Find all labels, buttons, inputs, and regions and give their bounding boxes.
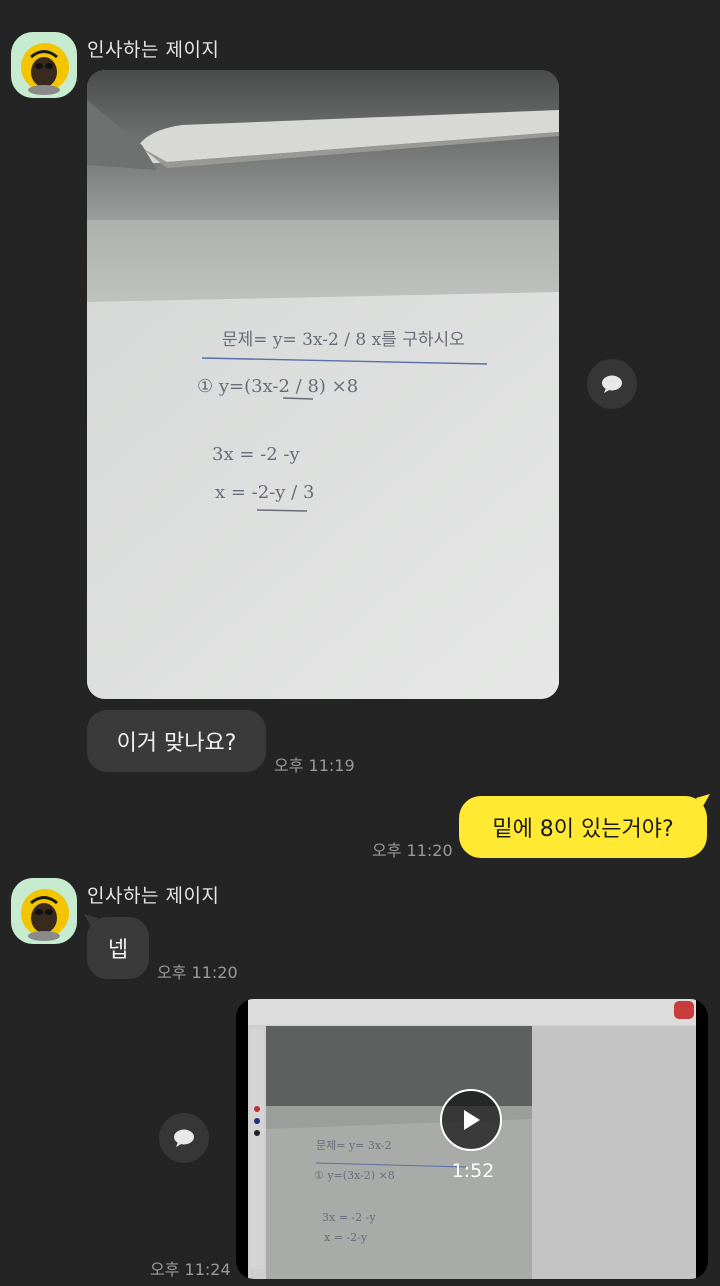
video-attachment[interactable]: 문제= y= 3x-2 ① y=(3x-2) ×8 3x = -2 -y x =… [236,999,708,1279]
sender-name: 인사하는 제이지 [87,39,220,61]
handwriting-line-3: 3x = -2 -y [212,444,300,465]
avatar[interactable] [11,878,77,944]
sender-name: 인사하는 제이지 [87,885,220,907]
message-time: 오후 11:24 [150,1260,231,1279]
speech-bubble-icon [602,375,622,393]
outgoing-message-bubble[interactable]: 밑에 8이 있는거야? [459,796,707,858]
svg-text:문제= y= 3x-2: 문제= y= 3x-2 [316,1139,392,1152]
message-text: 넵 [107,938,129,963]
svg-text:3x = -2 -y: 3x = -2 -y [322,1211,376,1224]
handwriting-line-1: 문제= y= 3x-2 / 8 x를 구하시오 [222,330,465,350]
bubble-tail [696,794,710,808]
photo-image: 문제= y= 3x-2 / 8 x를 구하시오 ① y=(3x-2 / 8) ×… [87,70,559,699]
message-time: 오후 11:20 [372,841,453,860]
message-bubble[interactable]: 이거 맞나요? [87,710,266,772]
share-button[interactable] [159,1113,209,1163]
video-duration: 1:52 [451,1160,495,1182]
share-button[interactable] [587,359,637,409]
avatar-character-icon [21,43,69,95]
speech-bubble-icon [174,1129,194,1147]
avatar[interactable] [11,32,77,98]
svg-text:x = -2-y: x = -2-y [324,1231,368,1244]
message-text: 이거 맞나요? [116,731,237,756]
handwriting-line-4: x = -2-y / 3 [215,482,314,503]
play-button[interactable] [440,1089,502,1151]
photo-attachment[interactable]: 문제= y= 3x-2 / 8 x를 구하시오 ① y=(3x-2 / 8) ×… [87,70,559,699]
play-icon [464,1110,480,1130]
message-time: 오후 11:19 [274,756,355,775]
avatar-character-icon [21,889,69,941]
svg-text:① y=(3x-2) ×8: ① y=(3x-2) ×8 [314,1169,395,1182]
handwriting-line-2: ① y=(3x-2 / 8) ×8 [197,376,358,397]
message-time: 오후 11:20 [157,963,238,982]
message-bubble[interactable]: 넵 [87,917,149,979]
message-text: 밑에 8이 있는거야? [492,817,674,842]
